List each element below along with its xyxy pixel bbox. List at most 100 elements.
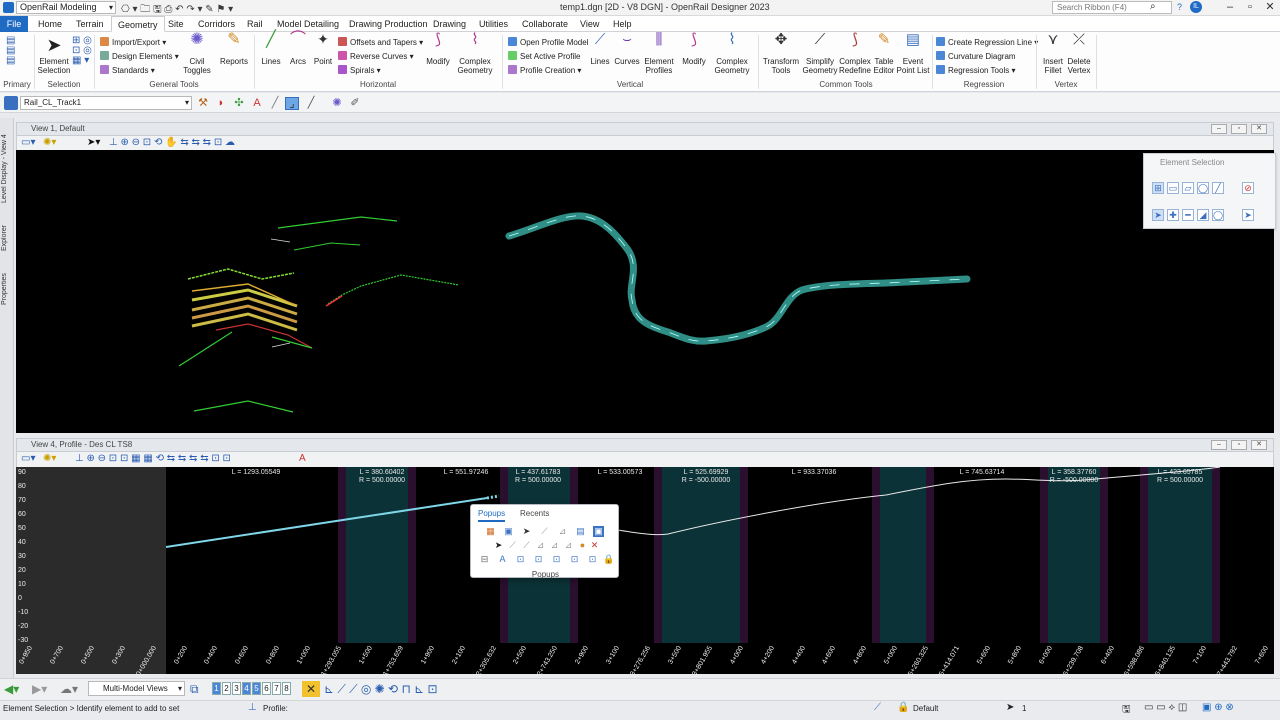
tab-rail[interactable]: Rail	[241, 16, 269, 32]
view4-text-icon[interactable]: A	[299, 453, 306, 465]
tab-model-detailing[interactable]: Model Detailing	[271, 16, 345, 32]
selection-mode-icons[interactable]: ⊞ ◎ ⊡ ◎ ▦ ▾	[72, 36, 92, 66]
element-profiles-button[interactable]: ⫼ Element Profiles	[642, 32, 676, 75]
popup-tool-icon-11[interactable]: ⊿	[549, 540, 560, 551]
status-level[interactable]: Default	[913, 704, 938, 713]
invert-selection-icon[interactable]: ◢	[1197, 209, 1209, 221]
view-attributes-icon[interactable]: ▭▾	[21, 137, 35, 149]
save-icon[interactable]: 🖫	[1122, 702, 1131, 719]
popup-tool-icon-14[interactable]: ⊟	[479, 554, 490, 565]
view-groups-icon[interactable]: ⧉	[190, 681, 199, 697]
arrow-icon[interactable]: ➤▾	[87, 137, 100, 149]
create-regression-line-button[interactable]: Create Regression Line ▾	[936, 37, 1038, 48]
plan-view-canvas[interactable]	[16, 150, 1274, 433]
tab-utilities[interactable]: Utilities	[473, 16, 514, 32]
view-number-2[interactable]: 2	[222, 682, 231, 695]
line-style-icon[interactable]: ╱	[268, 97, 282, 110]
popup-tool-icon-7[interactable]: ▣	[593, 526, 604, 537]
fill-icon[interactable]: ◗	[214, 97, 228, 110]
arcs-button[interactable]: ⌒ Arcs	[286, 32, 310, 67]
popups-tab[interactable]: Popups	[478, 509, 506, 522]
import-export-button[interactable]: Import/Export ▾	[100, 37, 166, 48]
tab-file[interactable]: File	[0, 16, 28, 32]
line-mode-icon[interactable]: ╱	[1212, 182, 1224, 194]
explorer-tab[interactable]: Explorer	[1, 218, 13, 258]
event-point-list-button[interactable]: ▤ Event Point List	[896, 32, 930, 75]
curvature-diagram-button[interactable]: Curvature Diagram	[936, 51, 1016, 62]
text-style-icon[interactable]: A	[250, 97, 264, 110]
user-avatar-icon[interactable]: IL	[1190, 1, 1202, 13]
popup-lock-icon[interactable]: 🔒	[603, 554, 614, 565]
horizontal-modify-button[interactable]: ⟆ Modify	[424, 32, 452, 66]
model-dropdown[interactable]: Rail_CL_Track1	[20, 96, 192, 110]
tab-site[interactable]: Site	[162, 16, 190, 32]
view-number-3[interactable]: 3	[232, 682, 241, 695]
forward-icon[interactable]: ▶▾	[32, 681, 47, 697]
popup-delete-icon[interactable]: ✕	[589, 540, 600, 551]
view-tools-icons[interactable]: ⊥ ⊕ ⊖ ⊡ ⟲ ✋ ⇆ ⇆ ⇆ ⊡ ☁	[109, 137, 235, 149]
horizontal-complex-geometry-button[interactable]: ⌇ Complex Geometry	[454, 32, 496, 75]
view4-display-style-icon[interactable]: ✺▾	[43, 453, 56, 465]
clear-selection-icon[interactable]: ⊘	[1242, 182, 1254, 194]
reverse-curves-button[interactable]: Reverse Curves ▾	[338, 51, 414, 62]
model-icon[interactable]	[4, 96, 18, 110]
pin-icon[interactable]: ⊥	[248, 702, 257, 713]
grid-icon[interactable]: ✣	[232, 97, 246, 110]
lines-button[interactable]: ╱ Lines	[258, 32, 284, 67]
level-icon[interactable]: ⚒	[196, 97, 210, 110]
view4-minimize-button[interactable]: –	[1211, 440, 1227, 450]
snap-icon[interactable]: ⌟	[285, 97, 299, 110]
view-number-5[interactable]: 5	[252, 682, 261, 695]
reports-button[interactable]: ✎ Reports	[218, 32, 250, 67]
tab-view[interactable]: View	[574, 16, 605, 32]
tab-corridors[interactable]: Corridors	[192, 16, 241, 32]
status-info-icons[interactable]: ▣ ⊕ ⊗	[1202, 702, 1234, 713]
search-icon[interactable]: ⌕	[1150, 1, 1156, 12]
view-number-7[interactable]: 7	[272, 682, 281, 695]
view4-tools-icons[interactable]: ⊥ ⊕ ⊖ ⊡ ⊡ ▦ ▦ ⟲ ⇆ ⇆ ⇆ ⇆ ⊡ ⊡	[75, 453, 231, 465]
popup-tool-icon-12[interactable]: ⊿	[563, 540, 574, 551]
close-button[interactable]: ✕	[1260, 0, 1280, 15]
open-profile-model-button[interactable]: Open Profile Model	[508, 37, 588, 48]
pen-icon[interactable]: ╱	[304, 97, 318, 110]
status-lock-icon[interactable]: 🔒	[897, 702, 909, 713]
status-tools-icons[interactable]: ▭ ▭ ⟡ ◫	[1144, 702, 1187, 713]
properties-tab[interactable]: Properties	[1, 264, 13, 314]
views-dropdown[interactable]: Multi-Model Views	[88, 681, 185, 696]
workspace-dropdown[interactable]: OpenRail Modeling	[16, 1, 116, 14]
tab-help[interactable]: Help	[607, 16, 638, 32]
tab-drawing-production[interactable]: Drawing Production	[343, 16, 434, 32]
circle-mode-icon[interactable]: ◯	[1197, 182, 1209, 194]
regression-tools-button[interactable]: Regression Tools ▾	[936, 65, 1015, 76]
display-style-icon[interactable]: ✺▾	[43, 137, 56, 149]
set-active-profile-button[interactable]: Set Active Profile	[508, 51, 580, 62]
transform-tools-button[interactable]: ✥ Transform Tools	[762, 32, 800, 75]
popup-tool-icon-3[interactable]: ➤	[521, 526, 532, 537]
view1-restore-button[interactable]: ▫	[1231, 124, 1247, 134]
recents-tab[interactable]: Recents	[520, 509, 549, 518]
block-mode-icon[interactable]: ▭	[1167, 182, 1179, 194]
view1-close-button[interactable]: ✕	[1251, 124, 1267, 134]
popup-tool-icon-16[interactable]: ⊡	[515, 554, 526, 565]
popup-tool-icon-6[interactable]: ▤	[575, 526, 586, 537]
add-selection-icon[interactable]: ✚	[1167, 209, 1179, 221]
vertical-complex-geometry-button[interactable]: ⌇ Complex Geometry	[710, 32, 754, 75]
table-editor-button[interactable]: ✎ Table Editor	[872, 32, 896, 75]
element-selection-button[interactable]: ➤ Element Selection	[36, 35, 72, 75]
popup-tool-icon-5[interactable]: ⊿	[557, 526, 568, 537]
popup-tool-icon-13[interactable]: ●	[577, 540, 588, 551]
popup-tool-icon-8[interactable]: ⟋	[507, 540, 518, 551]
delete-vertex-button[interactable]: ⤫ Delete Vertex	[1066, 32, 1092, 75]
insert-fillet-button[interactable]: ⋎ Insert Fillet	[1040, 32, 1066, 75]
accudraw-icon[interactable]: ⊾ ⟋ ⟋ ◎ ✺ ⟲ ⊓ ⊾ ⊡	[324, 681, 438, 697]
simplify-geometry-button[interactable]: ⟋ Simplify Geometry	[802, 32, 838, 75]
complex-redefine-button[interactable]: ⟆ Complex Redefine	[838, 32, 872, 75]
shape-mode-icon[interactable]: ▱	[1182, 182, 1194, 194]
popup-tool-icon-9[interactable]: ⟋	[521, 540, 532, 551]
clear-mode-icon[interactable]: ◯	[1212, 209, 1224, 221]
profile-view-canvas[interactable]: L = 1293.05549 L = 380.60402 R = 500.00000…	[16, 466, 1274, 677]
brush-icon[interactable]: ✐	[348, 97, 362, 110]
tab-home[interactable]: Home	[32, 16, 68, 32]
cloud-icon[interactable]: ☁▾	[60, 681, 78, 697]
popup-tool-icon-15[interactable]: A	[497, 554, 508, 565]
